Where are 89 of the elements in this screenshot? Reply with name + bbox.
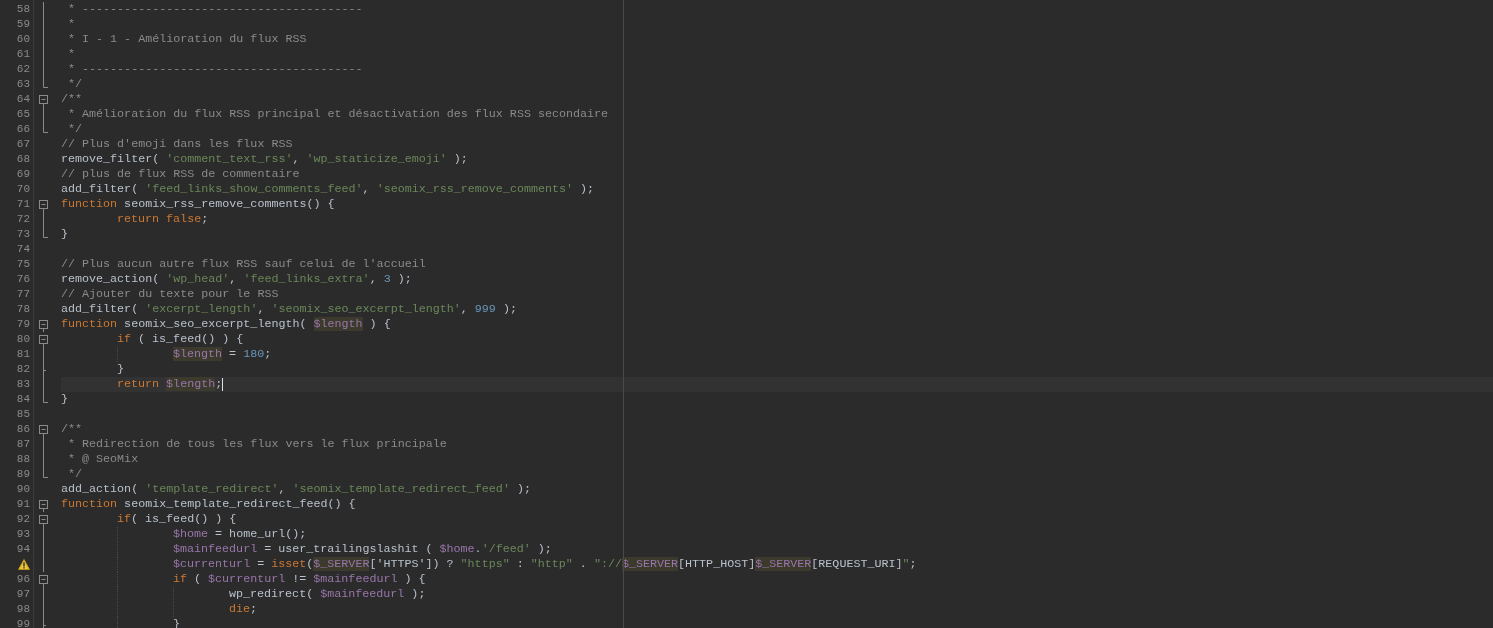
line-number: 75: [16, 257, 30, 272]
code-line: if ( $currenturl != $mainfeedurl ) {: [173, 572, 426, 587]
code-line: function seomix_seo_excerpt_length( $length ) {: [61, 317, 391, 332]
line-number: 83: [16, 377, 30, 392]
fold-toggle-icon[interactable]: [38, 572, 49, 587]
line-number: 70: [16, 182, 30, 197]
line-number: 91: [16, 497, 30, 512]
code-line: }: [61, 392, 68, 407]
line-number: 66: [16, 122, 30, 137]
code-line: function seomix_rss_remove_comments() {: [61, 197, 335, 212]
code-line: add_filter( 'feed_links_show_comments_feed', 'seomix_rss_remove_comments' );: [61, 182, 595, 197]
code-line: function seomix_template_redirect_feed() {: [61, 497, 356, 512]
line-number: 93: [16, 527, 30, 542]
code-line: *: [67, 17, 76, 32]
line-number: 88: [16, 452, 30, 467]
code-line: return $length;: [117, 377, 223, 392]
text-cursor: [222, 378, 224, 391]
line-number: 68: [16, 152, 30, 167]
code-line: * @ SeoMix: [67, 452, 139, 467]
fold-toggle-icon[interactable]: [38, 197, 49, 212]
line-number: 62: [16, 62, 30, 77]
line-number: 90: [16, 482, 30, 497]
fold-toggle-icon[interactable]: [38, 332, 49, 347]
line-number: 86: [16, 422, 30, 437]
code-line: }: [117, 362, 124, 377]
fold-toggle-icon[interactable]: [38, 497, 49, 512]
code-line: /**: [61, 92, 83, 107]
line-number: 94: [16, 542, 30, 557]
line-number: 63: [16, 77, 30, 92]
code-line: $mainfeedurl = user_trailingslashit ( $home.'/feed' );: [173, 542, 552, 557]
code-line: remove_action( 'wp_head', 'feed_links_extra', 3 );: [61, 272, 412, 287]
line-number: 92: [16, 512, 30, 527]
line-number: 74: [16, 242, 30, 257]
line-number: 72: [16, 212, 30, 227]
fold-toggle-icon[interactable]: [38, 92, 49, 107]
line-number: 78: [16, 302, 30, 317]
line-number: 85: [16, 407, 30, 422]
code-line: // Plus aucun autre flux RSS sauf celui de l'accueil: [61, 257, 426, 272]
code-line: *: [67, 47, 76, 62]
line-number: 98: [16, 602, 30, 617]
code-line: if ( is_feed() ) {: [117, 332, 244, 347]
code-line: * I - 1 - Amélioration du flux RSS: [67, 32, 307, 47]
code-line: $length = 180;: [173, 347, 272, 362]
line-number: 77: [16, 287, 30, 302]
code-line: * ----------------------------------------: [67, 2, 363, 17]
line-number: 84: [16, 392, 30, 407]
code-line: if( is_feed() ) {: [117, 512, 237, 527]
code-line: $home = home_url();: [173, 527, 307, 542]
code-line: * Redirection de tous les flux vers le flux principale: [67, 437, 447, 452]
line-number: 64: [16, 92, 30, 107]
code-line: * Amélioration du flux RSS principal et désactivation des flux RSS secondaire: [67, 107, 609, 122]
code-line: */: [67, 467, 83, 482]
line-number: 79: [16, 317, 30, 332]
line-number: 73: [16, 227, 30, 242]
line-number: 87: [16, 437, 30, 452]
code-line: // Plus d'emoji dans les flux RSS: [61, 137, 293, 152]
code-line: add_filter( 'excerpt_length', 'seomix_seo_excerpt_length', 999 );: [61, 302, 517, 317]
line-number: 97: [16, 587, 30, 602]
code-line: // Ajouter du texte pour le RSS: [61, 287, 279, 302]
line-number: 71: [16, 197, 30, 212]
line-number: 69: [16, 167, 30, 182]
code-line: */: [67, 122, 83, 137]
code-line: wp_redirect( $mainfeedurl );: [229, 587, 426, 602]
fold-toggle-icon[interactable]: [38, 317, 49, 332]
line-number: 61: [16, 47, 30, 62]
line-number: 80: [16, 332, 30, 347]
code-line: */: [67, 77, 83, 92]
line-number: 82: [16, 362, 30, 377]
line-number: 89: [16, 467, 30, 482]
code-line: $currenturl = isset($_SERVER['HTTPS']) ? "https" : "http" . "://$_SERVER[HTTP_HOST]$_SERVER[REQUEST_URI]";: [173, 557, 917, 572]
code-line: }: [61, 227, 68, 242]
line-number: 59: [16, 17, 30, 32]
code-line: die;: [229, 602, 258, 617]
line-number: 96: [16, 572, 30, 587]
code-line: return false;: [117, 212, 209, 227]
code-line: /**: [61, 422, 83, 437]
line-number: 81: [16, 347, 30, 362]
code-line: // plus de flux RSS de commentaire: [61, 167, 300, 182]
code-line: add_action( 'template_redirect', 'seomix_template_redirect_feed' );: [61, 482, 531, 497]
code-line: * ----------------------------------------: [67, 62, 363, 77]
line-number: 99: [16, 617, 30, 628]
code-line: remove_filter( 'comment_text_rss', 'wp_staticize_emoji' );: [61, 152, 468, 167]
line-number: 67: [16, 137, 30, 152]
line-number: 76: [16, 272, 30, 287]
line-number: 58: [16, 2, 30, 17]
line-number: 65: [16, 107, 30, 122]
fold-toggle-icon[interactable]: [38, 422, 49, 437]
line-number: 60: [16, 32, 30, 47]
fold-toggle-icon[interactable]: [38, 512, 49, 527]
